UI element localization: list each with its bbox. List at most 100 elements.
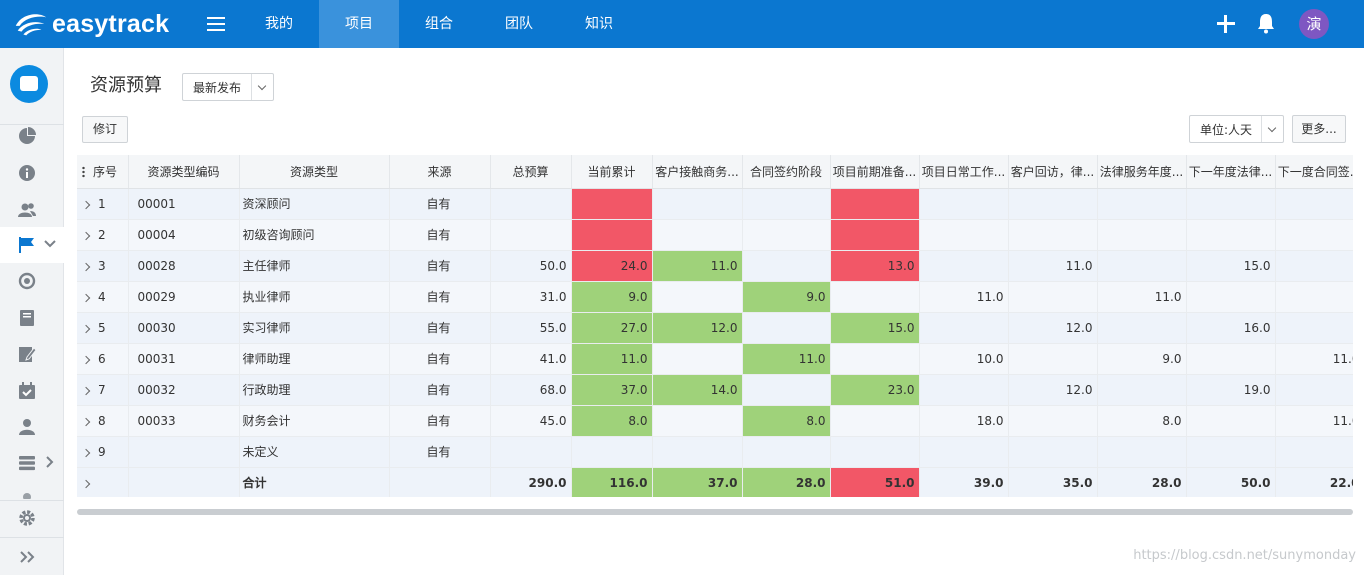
row-expand-toggle[interactable]: 7 — [77, 374, 129, 406]
row-expand-toggle[interactable]: 6 — [77, 343, 129, 375]
row-expand-toggle[interactable]: 1 — [77, 188, 129, 220]
notification-bell-icon[interactable] — [1256, 12, 1276, 34]
source-cell: 自有 — [389, 250, 491, 282]
row-expand-toggle[interactable]: 5 — [77, 312, 129, 344]
table-row[interactable]: 7 00032 行政助理 自有 68.0 37.0 14.0 23.0 12.0 19.0 — [77, 374, 1353, 406]
budget-value-cell: 23.0 — [830, 374, 920, 406]
empty-cell — [128, 467, 240, 497]
budget-value-cell — [830, 281, 920, 313]
sidebar-item-schedule[interactable] — [0, 373, 64, 409]
more-button[interactable]: 更多... — [1292, 115, 1346, 143]
row-seq: 6 — [98, 351, 106, 366]
unit-select-value: 单位:人天 — [1200, 122, 1253, 137]
budget-value-cell — [742, 188, 831, 220]
budget-value-cell: 9.0 — [571, 281, 653, 313]
sidebar-item-cut-off[interactable] — [0, 481, 64, 499]
sidebar-expand-button[interactable] — [0, 539, 64, 575]
revise-button[interactable]: 修订 — [82, 116, 128, 143]
budget-value-cell — [1275, 188, 1353, 220]
chevron-right-icon — [81, 479, 91, 488]
nav-item-knowledge[interactable]: 知识 — [559, 0, 639, 48]
resource-type-cell: 主任律师 — [239, 250, 390, 282]
budget-value-cell: 12.0 — [1008, 374, 1098, 406]
sidebar-item-person[interactable] — [0, 409, 64, 445]
column-header-seq[interactable]: 序号 — [77, 155, 129, 189]
table-row[interactable]: 1 00001 资深顾问 自有 — [77, 188, 1353, 220]
resource-code-cell: 00033 — [128, 405, 240, 437]
column-header[interactable]: 客户接触商务... — [652, 155, 743, 189]
empty-cell — [389, 467, 491, 497]
chevron-right-icon — [81, 417, 91, 426]
source-cell: 自有 — [389, 374, 491, 406]
budget-value-cell — [1008, 343, 1098, 375]
resource-code-cell: 00001 — [128, 188, 240, 220]
column-header[interactable]: 项目日常工作... — [919, 155, 1009, 189]
column-header[interactable]: 资源类型 — [239, 155, 390, 189]
sidebar-item-more[interactable] — [0, 445, 64, 481]
sidebar-item-info[interactable] — [0, 155, 64, 191]
sidebar-item-members[interactable] — [0, 192, 64, 228]
column-header[interactable]: 法律服务年度... — [1097, 155, 1187, 189]
row-expand-toggle[interactable] — [77, 467, 129, 497]
column-header[interactable]: 当前累计 — [571, 155, 653, 189]
total-value-cell: 28.0 — [1097, 467, 1187, 497]
nav-item-portfolio[interactable]: 组合 — [399, 0, 479, 48]
budget-value-cell — [571, 436, 653, 468]
column-header[interactable]: 项目前期准备... — [830, 155, 920, 189]
drag-handle-icon[interactable] — [82, 166, 85, 179]
sidebar-item-risks[interactable] — [0, 263, 64, 299]
version-select[interactable]: 最新发布 — [182, 73, 274, 101]
app-logo[interactable]: easytrack — [12, 8, 169, 40]
row-expand-toggle[interactable]: 8 — [77, 405, 129, 437]
unit-select[interactable]: 单位:人天 — [1189, 115, 1284, 143]
sidebar-item-milestones[interactable] — [0, 227, 64, 263]
chevron-right-icon — [81, 386, 91, 395]
nav-item-mine[interactable]: 我的 — [239, 0, 319, 48]
column-header[interactable]: 下一年度法律... — [1186, 155, 1276, 189]
column-header[interactable]: 下一度合同签... — [1275, 155, 1353, 189]
table-body: 1 00001 资深顾问 自有 2 00004 初级咨询顾问 自有 3 00028 主任律师 自有 50… — [77, 188, 1353, 497]
horizontal-scrollbar[interactable] — [77, 509, 1353, 515]
total-value-cell: 28.0 — [742, 467, 831, 497]
budget-value-cell — [652, 436, 743, 468]
budget-value-cell: 16.0 — [1186, 312, 1276, 344]
budget-value-cell — [1275, 436, 1353, 468]
sidebar-item-edit[interactable] — [0, 336, 64, 372]
budget-value-cell: 9.0 — [1097, 343, 1187, 375]
sidebar-item-settings[interactable] — [0, 500, 64, 536]
user-avatar[interactable]: 演 — [1299, 9, 1329, 39]
column-header[interactable]: 客户回访，律... — [1008, 155, 1098, 189]
table-row[interactable]: 5 00030 实习律师 自有 55.0 27.0 12.0 15.0 12.0 16.0 — [77, 312, 1353, 344]
table-row[interactable]: 2 00004 初级咨询顾问 自有 — [77, 219, 1353, 251]
total-label: 合计 — [239, 467, 390, 497]
table-row[interactable]: 600031律师助理自有41.011.011.010.09.011.0 — [77, 343, 1353, 375]
add-icon[interactable] — [1214, 12, 1238, 36]
row-expand-toggle[interactable]: 4 — [77, 281, 129, 313]
row-expand-toggle[interactable]: 3 — [77, 250, 129, 282]
column-header[interactable]: 合同签约阶段 — [742, 155, 831, 189]
nav-item-team[interactable]: 团队 — [479, 0, 559, 48]
sidebar-item-dashboard[interactable] — [0, 118, 64, 154]
resource-type-cell: 实习律师 — [239, 312, 390, 344]
table-row[interactable]: 4 00029 执业律师 自有 31.0 9.0 9.0 11.0 11.0 — [77, 281, 1353, 313]
table-total-row[interactable]: 合计 290.0 116.0 37.0 28.0 51.0 39.0 35.0 28.0 50.0… — [77, 467, 1353, 497]
column-header[interactable]: 来源 — [389, 155, 491, 189]
sidebar-item-documents[interactable] — [0, 300, 64, 336]
budget-value-cell — [1097, 436, 1187, 468]
column-header[interactable]: 总预算 — [490, 155, 572, 189]
row-expand-toggle[interactable]: 2 — [77, 219, 129, 251]
table-row[interactable]: 800033财务会计自有45.08.08.018.08.011.0 — [77, 405, 1353, 437]
project-home-icon[interactable] — [10, 65, 48, 103]
chevron-right-icon — [81, 324, 91, 333]
nav-item-projects[interactable]: 项目 — [319, 0, 399, 48]
total-value-cell: 39.0 — [919, 467, 1009, 497]
table-row[interactable]: 3 00028 主任律师 自有 50.0 24.0 11.0 13.0 11.0 15.0 — [77, 250, 1353, 282]
column-header[interactable]: 资源类型编码 — [128, 155, 240, 189]
budget-value-cell — [919, 219, 1009, 251]
hamburger-menu-icon[interactable] — [202, 12, 230, 36]
budget-value-cell: 15.0 — [830, 312, 920, 344]
row-expand-toggle[interactable]: 9 — [77, 436, 129, 468]
budget-value-cell: 12.0 — [1008, 312, 1098, 344]
budget-value-cell — [1008, 405, 1098, 437]
table-row[interactable]: 9 未定义 自有 — [77, 436, 1353, 468]
